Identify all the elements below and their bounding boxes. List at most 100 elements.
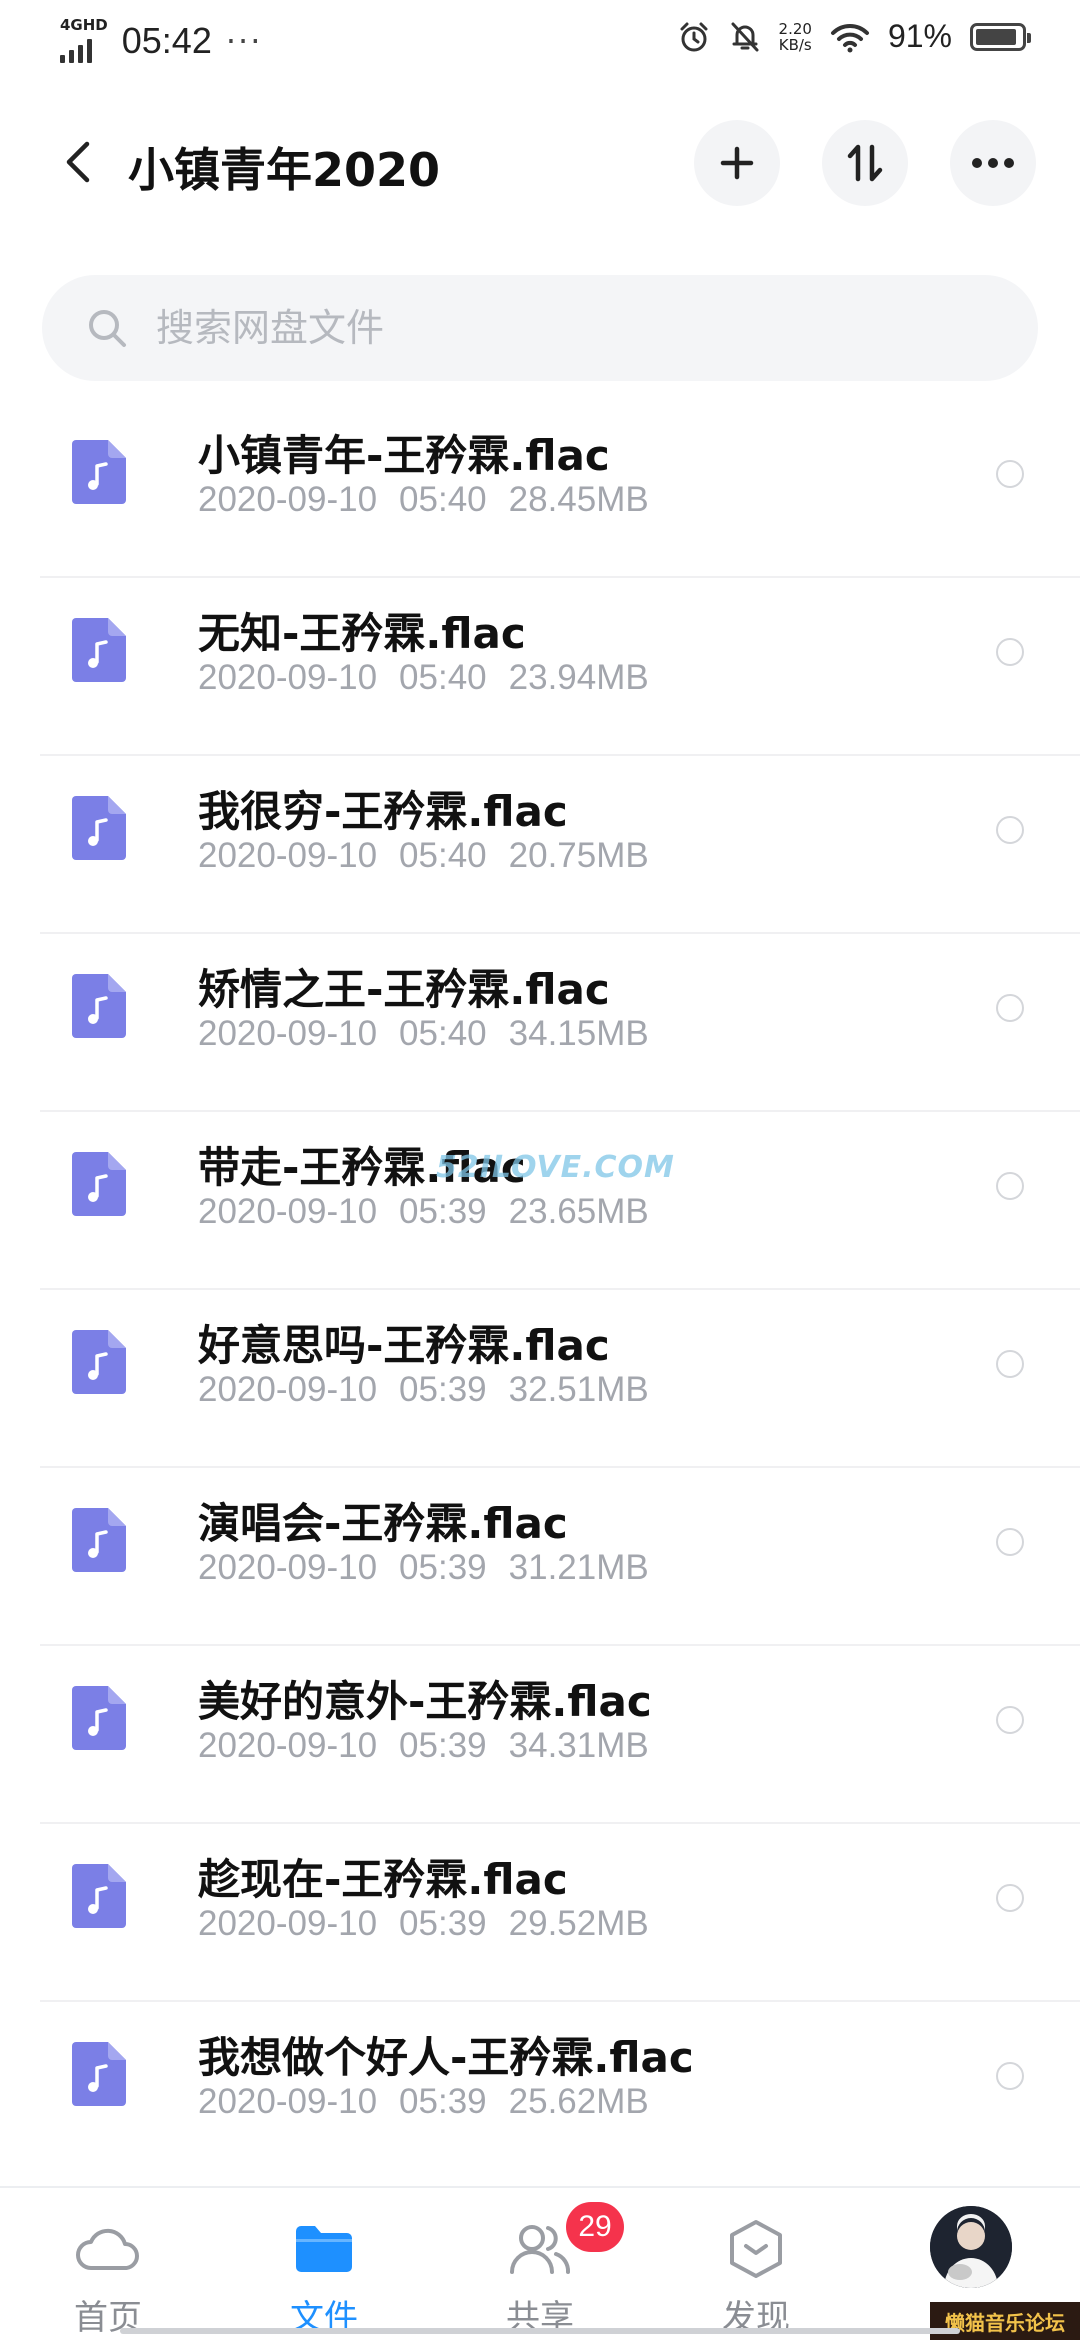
file-name: 小镇青年-王矜霖.flac bbox=[198, 431, 610, 480]
select-checkbox[interactable] bbox=[996, 638, 1024, 666]
back-button[interactable] bbox=[48, 132, 108, 192]
more-button[interactable] bbox=[950, 120, 1036, 206]
folder-icon bbox=[296, 2226, 352, 2272]
signal-bars-icon bbox=[60, 37, 108, 63]
music-file-icon bbox=[72, 1508, 126, 1572]
file-row[interactable]: 我想做个好人-王矜霖.flac 2020-09-10 05:39 25.62MB bbox=[0, 2002, 1080, 2180]
file-time: 05:39 bbox=[399, 1370, 487, 1409]
file-time: 05:39 bbox=[399, 1548, 487, 1587]
file-date: 2020-09-10 bbox=[198, 658, 378, 697]
avatar-image bbox=[930, 2206, 1012, 2288]
search-input[interactable] bbox=[156, 306, 956, 350]
file-time: 05:39 bbox=[399, 2082, 487, 2121]
page-title: 小镇青年2020 bbox=[128, 143, 441, 197]
file-name: 无知-王矜霖.flac bbox=[198, 609, 526, 658]
file-size: 23.94MB bbox=[508, 658, 649, 697]
select-checkbox[interactable] bbox=[996, 994, 1024, 1022]
select-checkbox[interactable] bbox=[996, 460, 1024, 488]
file-meta: 2020-09-10 05:40 34.15MB bbox=[198, 1014, 671, 1054]
file-size: 29.52MB bbox=[508, 1904, 649, 1943]
forum-stamp: 懒猫音乐论坛 bbox=[930, 2302, 1080, 2340]
overflow-indicator: ··· bbox=[225, 21, 263, 60]
file-meta: 2020-09-10 05:39 34.31MB bbox=[198, 1726, 671, 1766]
file-meta: 2020-09-10 05:39 32.51MB bbox=[198, 1370, 671, 1410]
music-file-icon bbox=[72, 796, 126, 860]
mute-bell-icon bbox=[731, 22, 759, 51]
file-row[interactable]: 矫情之王-王矜霖.flac 2020-09-10 05:40 34.15MB bbox=[0, 934, 1080, 1112]
file-date: 2020-09-10 bbox=[198, 1192, 378, 1231]
file-row[interactable]: 带走-王矜霖.flac 2020-09-10 05:39 23.65MB bbox=[0, 1112, 1080, 1290]
file-date: 2020-09-10 bbox=[198, 480, 378, 519]
select-checkbox[interactable] bbox=[996, 1706, 1024, 1734]
home-indicator[interactable] bbox=[120, 2328, 960, 2334]
tab-bar: 首页 文件 共享 发现 bbox=[0, 2186, 1080, 2340]
file-time: 05:40 bbox=[399, 480, 487, 519]
music-file-icon bbox=[72, 1330, 126, 1394]
battery-percent: 91% bbox=[887, 18, 952, 54]
alarm-icon bbox=[680, 22, 708, 51]
tab-files[interactable]: 文件 bbox=[254, 2214, 394, 2339]
network-type: 4GHD bbox=[60, 16, 108, 34]
file-meta: 2020-09-10 05:39 23.65MB bbox=[198, 1192, 671, 1232]
file-row[interactable]: 小镇青年-王矜霖.flac 2020-09-10 05:40 28.45MB bbox=[0, 400, 1080, 578]
more-icon bbox=[972, 158, 1014, 168]
file-name: 趁现在-王矜霖.flac bbox=[198, 1855, 568, 1904]
tab-discover[interactable]: 发现 bbox=[686, 2214, 826, 2339]
file-time: 05:39 bbox=[399, 1904, 487, 1943]
search-icon bbox=[89, 310, 126, 347]
select-checkbox[interactable] bbox=[996, 1884, 1024, 1912]
file-size: 25.62MB bbox=[508, 2082, 649, 2121]
music-file-icon bbox=[72, 2042, 126, 2106]
select-checkbox[interactable] bbox=[996, 1528, 1024, 1556]
tab-home[interactable]: 首页 bbox=[38, 2214, 178, 2339]
file-meta: 2020-09-10 05:39 31.21MB bbox=[198, 1548, 671, 1588]
file-name: 我很穷-王矜霖.flac bbox=[198, 787, 568, 836]
file-time: 05:40 bbox=[399, 836, 487, 875]
clock: 05:42 bbox=[121, 19, 212, 61]
music-file-icon bbox=[72, 440, 126, 504]
add-button[interactable] bbox=[694, 120, 780, 206]
status-left: 4GHD 05:42 ··· bbox=[60, 18, 262, 63]
file-row[interactable]: 趁现在-王矜霖.flac 2020-09-10 05:39 29.52MB bbox=[0, 1824, 1080, 2002]
file-row[interactable]: 好意思吗-王矜霖.flac 2020-09-10 05:39 32.51MB bbox=[0, 1290, 1080, 1468]
network-speed: 2.20 KB/s bbox=[779, 21, 812, 53]
music-file-icon bbox=[72, 974, 126, 1038]
sort-button[interactable] bbox=[822, 120, 908, 206]
file-name: 好意思吗-王矜霖.flac bbox=[198, 1321, 610, 1370]
user-avatar[interactable] bbox=[930, 2206, 1012, 2288]
file-name: 矫情之王-王矜霖.flac bbox=[198, 965, 610, 1014]
music-file-icon bbox=[72, 1686, 126, 1750]
file-size: 31.21MB bbox=[508, 1548, 649, 1587]
file-meta: 2020-09-10 05:40 28.45MB bbox=[198, 480, 671, 520]
file-date: 2020-09-10 bbox=[198, 1548, 378, 1587]
status-right: 2.20 KB/s 91% bbox=[677, 18, 1031, 55]
search-bar[interactable] bbox=[42, 275, 1038, 381]
file-date: 2020-09-10 bbox=[198, 1904, 378, 1943]
select-checkbox[interactable] bbox=[996, 1350, 1024, 1378]
battery-icon bbox=[970, 22, 1031, 51]
file-time: 05:40 bbox=[399, 1014, 487, 1053]
file-name: 我想做个好人-王矜霖.flac bbox=[198, 2033, 694, 2082]
file-row[interactable]: 无知-王矜霖.flac 2020-09-10 05:40 23.94MB bbox=[0, 578, 1080, 756]
select-checkbox[interactable] bbox=[996, 816, 1024, 844]
file-time: 05:39 bbox=[399, 1192, 487, 1231]
people-icon bbox=[510, 2225, 570, 2274]
file-row[interactable]: 美好的意外-王矜霖.flac 2020-09-10 05:39 34.31MB bbox=[0, 1646, 1080, 1824]
select-checkbox[interactable] bbox=[996, 2062, 1024, 2090]
watermark: 52ILOVE.COM bbox=[436, 1150, 675, 1185]
discover-icon bbox=[730, 2220, 782, 2278]
file-meta: 2020-09-10 05:39 29.52MB bbox=[198, 1904, 671, 1944]
select-checkbox[interactable] bbox=[996, 1172, 1024, 1200]
music-file-icon bbox=[72, 618, 126, 682]
file-row[interactable]: 演唱会-王矜霖.flac 2020-09-10 05:39 31.21MB bbox=[0, 1468, 1080, 1646]
file-list: 小镇青年-王矜霖.flac 2020-09-10 05:40 28.45MB 无知-王矜… bbox=[0, 400, 1080, 2180]
file-row[interactable]: 我很穷-王矜霖.flac 2020-09-10 05:40 20.75MB bbox=[0, 756, 1080, 934]
cloud-icon bbox=[76, 2228, 139, 2270]
status-bar: 4GHD 05:42 ··· 2.20 KB/s 91% bbox=[0, 0, 1080, 84]
file-date: 2020-09-10 bbox=[198, 2082, 378, 2121]
music-file-icon bbox=[72, 1864, 126, 1928]
sort-icon bbox=[847, 144, 883, 182]
battery-level bbox=[976, 28, 1017, 45]
header: 小镇青年2020 bbox=[0, 110, 1080, 220]
file-name: 美好的意外-王矜霖.flac bbox=[198, 1677, 652, 1726]
